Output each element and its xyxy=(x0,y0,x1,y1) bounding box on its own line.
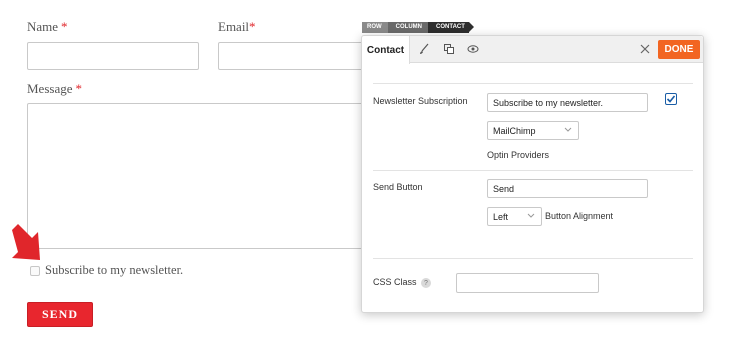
close-icon[interactable] xyxy=(638,42,652,56)
send-button-text-input[interactable]: Send xyxy=(487,179,648,198)
name-label: Name * xyxy=(27,19,68,35)
breadcrumb: ROW COLUMN CONTACT xyxy=(362,22,474,33)
divider xyxy=(373,170,693,171)
name-label-text: Name xyxy=(27,19,59,34)
css-class-label: CSS Class xyxy=(373,277,417,287)
provider-hint: Optin Providers xyxy=(487,150,550,160)
contact-settings-panel: Contact DONE Newsletter Subscription Sub… xyxy=(361,35,704,313)
breadcrumb-column[interactable]: COLUMN xyxy=(387,22,429,33)
breadcrumb-contact[interactable]: CONTACT xyxy=(428,22,474,33)
send-button-setting-label: Send Button xyxy=(373,182,423,192)
message-label: Message * xyxy=(27,81,82,97)
required-mark: * xyxy=(61,19,68,34)
newsletter-label: Subscribe to my newsletter. xyxy=(45,263,184,277)
help-icon[interactable]: ? xyxy=(421,278,431,288)
email-label-text: Email xyxy=(218,19,250,34)
button-alignment-label: Button Alignment xyxy=(545,211,614,221)
divider xyxy=(373,258,693,259)
panel-toolbar: Contact DONE xyxy=(362,36,703,64)
required-mark: * xyxy=(75,81,83,96)
brush-icon[interactable] xyxy=(417,42,431,56)
required-mark: * xyxy=(249,19,256,34)
email-field[interactable] xyxy=(218,42,378,70)
newsletter-subscription-label: Newsletter Subscription xyxy=(373,96,468,106)
tab-contact[interactable]: Contact xyxy=(362,36,410,64)
done-button[interactable]: DONE xyxy=(658,40,700,59)
divider xyxy=(373,83,693,84)
newsletter-enabled-checkbox[interactable] xyxy=(665,93,677,105)
breadcrumb-row[interactable]: ROW xyxy=(362,22,388,33)
layers-icon[interactable] xyxy=(442,42,456,56)
button-alignment-value: Left xyxy=(493,211,509,222)
chevron-down-icon xyxy=(564,127,572,132)
name-field[interactable] xyxy=(27,42,199,70)
email-label: Email* xyxy=(218,19,256,35)
message-field[interactable] xyxy=(27,103,377,249)
button-alignment-select[interactable]: Left xyxy=(487,207,542,226)
message-label-text: Message xyxy=(27,81,73,96)
checkmark-icon xyxy=(666,95,676,103)
provider-select[interactable]: MailChimp xyxy=(487,121,579,140)
chevron-down-icon xyxy=(527,213,535,218)
newsletter-checkbox[interactable] xyxy=(30,266,40,276)
css-class-input[interactable] xyxy=(456,273,599,293)
newsletter-text-input[interactable]: Subscribe to my newsletter. xyxy=(487,93,648,112)
arrow-pointer-icon xyxy=(12,224,40,260)
eye-icon[interactable] xyxy=(466,42,480,56)
send-button[interactable]: SEND xyxy=(27,302,93,327)
provider-select-value: MailChimp xyxy=(493,125,536,136)
